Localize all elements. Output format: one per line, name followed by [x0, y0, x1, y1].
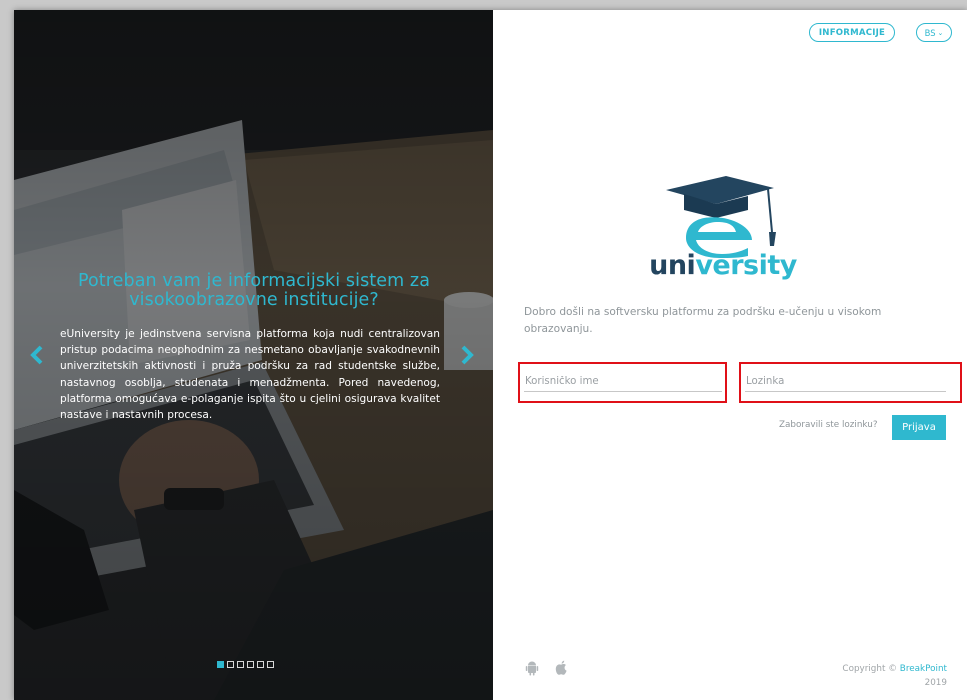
slider-dot-1[interactable] [217, 661, 224, 668]
android-icon[interactable] [525, 660, 539, 676]
password-highlight [739, 362, 962, 403]
welcome-text: Dobro došli na softversku platformu za p… [524, 306, 882, 335]
promo-slider: Potreban vam je informacijski sistem za … [14, 10, 493, 700]
password-input[interactable] [745, 372, 946, 392]
slider-prev-button[interactable] [26, 340, 48, 370]
slider-pagination [217, 661, 274, 668]
username-highlight [518, 362, 727, 403]
slider-dot-2[interactable] [227, 661, 234, 668]
username-input[interactable] [524, 372, 722, 392]
slide-title: Potreban vam je informacijski sistem za … [77, 271, 431, 310]
brand-link[interactable]: BreakPoint [900, 664, 947, 674]
slide-description: eUniversity je jedinstvena servisna plat… [60, 328, 440, 422]
copyright-notice: Copyright © BreakPoint 2019 [842, 662, 947, 690]
login-panel: INFORMACIJE BS ⌄ university Dobro došli … [493, 10, 967, 700]
forgot-password-link[interactable]: Zaboravili ste lozinku? [779, 420, 878, 430]
slider-next-button[interactable] [456, 340, 478, 370]
slider-dot-5[interactable] [257, 661, 264, 668]
chevron-left-icon [30, 345, 43, 365]
chevron-down-icon: ⌄ [937, 28, 944, 37]
copyright-line: Copyright © BreakPoint [842, 662, 947, 676]
chevron-right-icon [461, 345, 474, 365]
copyright-year: 2019 [924, 678, 947, 688]
login-button[interactable]: Prijava [892, 415, 946, 440]
apple-icon[interactable] [555, 660, 568, 676]
slider-dot-6[interactable] [267, 661, 274, 668]
slider-dot-3[interactable] [237, 661, 244, 668]
language-label: BS [924, 27, 936, 38]
app-window: Potreban vam je informacijski sistem za … [14, 10, 967, 700]
graduation-cap-icon [666, 176, 776, 258]
info-button[interactable]: INFORMACIJE [809, 23, 895, 42]
slider-dot-4[interactable] [247, 661, 254, 668]
copyright-prefix: Copyright © [842, 664, 897, 674]
logo-text-uni: uni [649, 250, 696, 281]
logo-wordmark: university [638, 250, 808, 281]
language-selector[interactable]: BS ⌄ [916, 23, 952, 42]
logo-text-versity: versity [695, 250, 797, 281]
